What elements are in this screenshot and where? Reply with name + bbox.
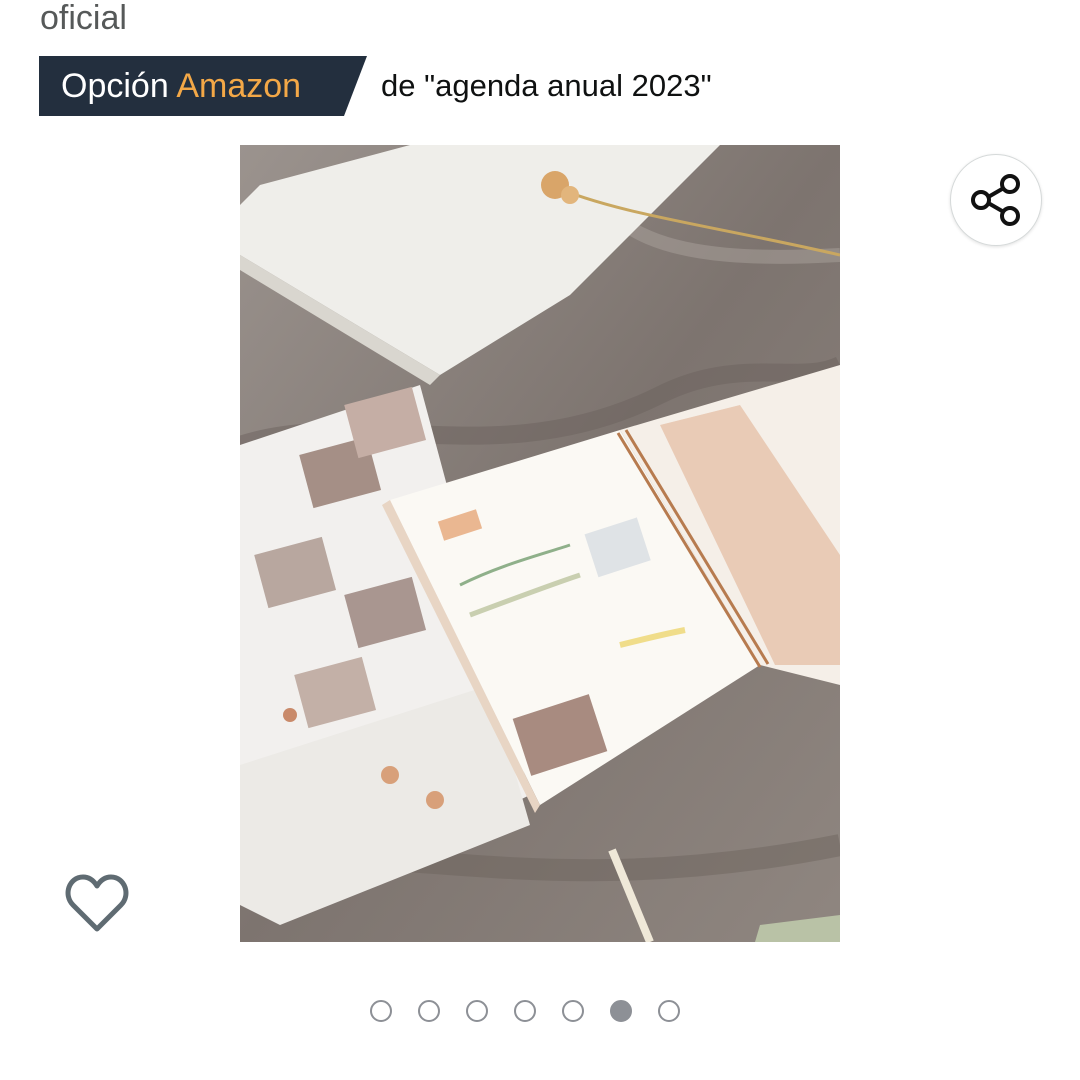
- brand-link-text[interactable]: oficial: [40, 0, 127, 40]
- share-icon: [971, 174, 1020, 226]
- carousel-dot-active[interactable]: [610, 1000, 632, 1022]
- wishlist-button[interactable]: [62, 868, 132, 938]
- planner-notebook-photo: [240, 145, 840, 942]
- carousel-dot[interactable]: [658, 1000, 680, 1022]
- carousel-dots: [370, 1000, 680, 1022]
- badge-label: Opción Amazon: [39, 67, 301, 106]
- badge-label-part1: Opción: [61, 66, 169, 105]
- product-image[interactable]: [240, 145, 840, 942]
- share-button[interactable]: [950, 154, 1042, 246]
- badge-label-accent: Amazon: [176, 66, 302, 105]
- heart-icon: [65, 874, 129, 932]
- carousel-dot[interactable]: [514, 1000, 536, 1022]
- product-page: oficial Opción Amazon de "agenda anual 2…: [0, 0, 1080, 1080]
- carousel-dot[interactable]: [418, 1000, 440, 1022]
- amazon-choice-badge[interactable]: Opción Amazon: [39, 56, 367, 116]
- carousel-dot[interactable]: [370, 1000, 392, 1022]
- badge-keyword: de "agenda anual 2023": [381, 68, 712, 103]
- carousel-dot[interactable]: [466, 1000, 488, 1022]
- carousel-dot[interactable]: [562, 1000, 584, 1022]
- amazon-choice-row: Opción Amazon de "agenda anual 2023": [39, 56, 712, 116]
